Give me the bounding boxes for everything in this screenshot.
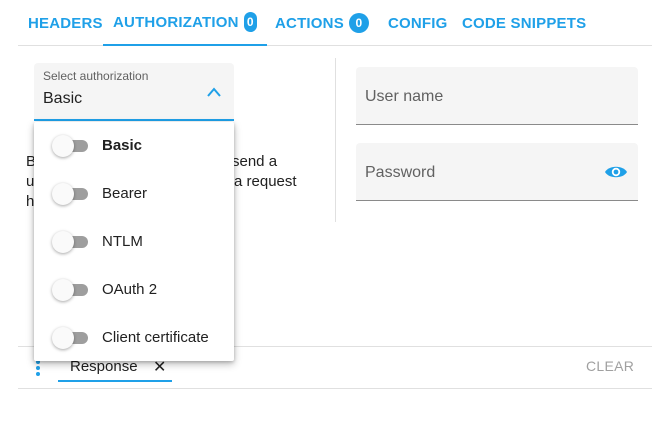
auth-option-toggle[interactable] — [52, 279, 90, 301]
tab-config-label: CONFIG — [388, 14, 448, 32]
auth-option-toggle[interactable] — [52, 183, 90, 205]
auth-option-label: OAuth 2 — [102, 281, 158, 298]
authorization-select[interactable]: Select authorization Basic — [34, 63, 234, 121]
authorization-select-value: Basic — [43, 90, 83, 107]
auth-option-client-certificate[interactable]: Client certificate — [34, 314, 234, 362]
tab-authorization[interactable]: AUTHORIZATION 0 — [103, 0, 267, 46]
eye-icon[interactable] — [604, 163, 628, 181]
clear-button[interactable]: CLEAR — [586, 358, 634, 374]
password-placeholder: Password — [365, 164, 436, 181]
username-field[interactable]: User name — [356, 67, 638, 125]
auth-option-ntlm[interactable]: NTLM — [34, 218, 234, 266]
auth-option-label: Client certificate — [102, 329, 209, 346]
auth-option-basic[interactable]: Basic — [34, 122, 234, 170]
tab-headers[interactable]: HEADERS — [28, 0, 103, 46]
response-bar-bottom-divider — [18, 388, 652, 389]
auth-option-label: Basic — [102, 137, 143, 154]
authorization-count-badge: 0 — [243, 12, 257, 32]
tab-config[interactable]: CONFIG — [388, 0, 448, 46]
authorization-dropdown: Basic Bearer NTLM OAuth 2 Client certifi… — [34, 122, 234, 361]
auth-option-toggle[interactable] — [52, 135, 90, 157]
tab-actions-label: ACTIONS — [275, 14, 344, 32]
auth-option-label: NTLM — [102, 233, 143, 250]
panel-divider — [335, 58, 336, 222]
auth-option-label: Bearer — [102, 185, 148, 202]
tab-actions[interactable]: ACTIONS 0 — [275, 0, 369, 46]
tab-code-snippets[interactable]: CODE SNIPPETS — [462, 0, 586, 46]
auth-option-toggle[interactable] — [52, 231, 90, 253]
tab-authorization-label: AUTHORIZATION — [113, 13, 239, 31]
auth-option-oauth2[interactable]: OAuth 2 — [34, 266, 234, 314]
authorization-select-label: Select authorization — [43, 69, 149, 83]
password-field[interactable]: Password — [356, 143, 638, 201]
username-placeholder: User name — [365, 88, 444, 105]
tab-code-snippets-label: CODE SNIPPETS — [462, 14, 587, 32]
actions-count-badge: 0 — [348, 13, 369, 33]
kebab-menu-icon[interactable] — [34, 360, 42, 378]
auth-option-toggle[interactable] — [52, 327, 90, 349]
tab-bar: HEADERS AUTHORIZATION 0 ACTIONS 0 CONFIG… — [18, 0, 652, 46]
chevron-up-icon — [207, 87, 221, 97]
tab-headers-label: HEADERS — [28, 14, 103, 32]
description-line2-end: a request — [234, 173, 297, 190]
description-line1-end: send a — [232, 153, 278, 170]
auth-option-bearer[interactable]: Bearer — [34, 170, 234, 218]
